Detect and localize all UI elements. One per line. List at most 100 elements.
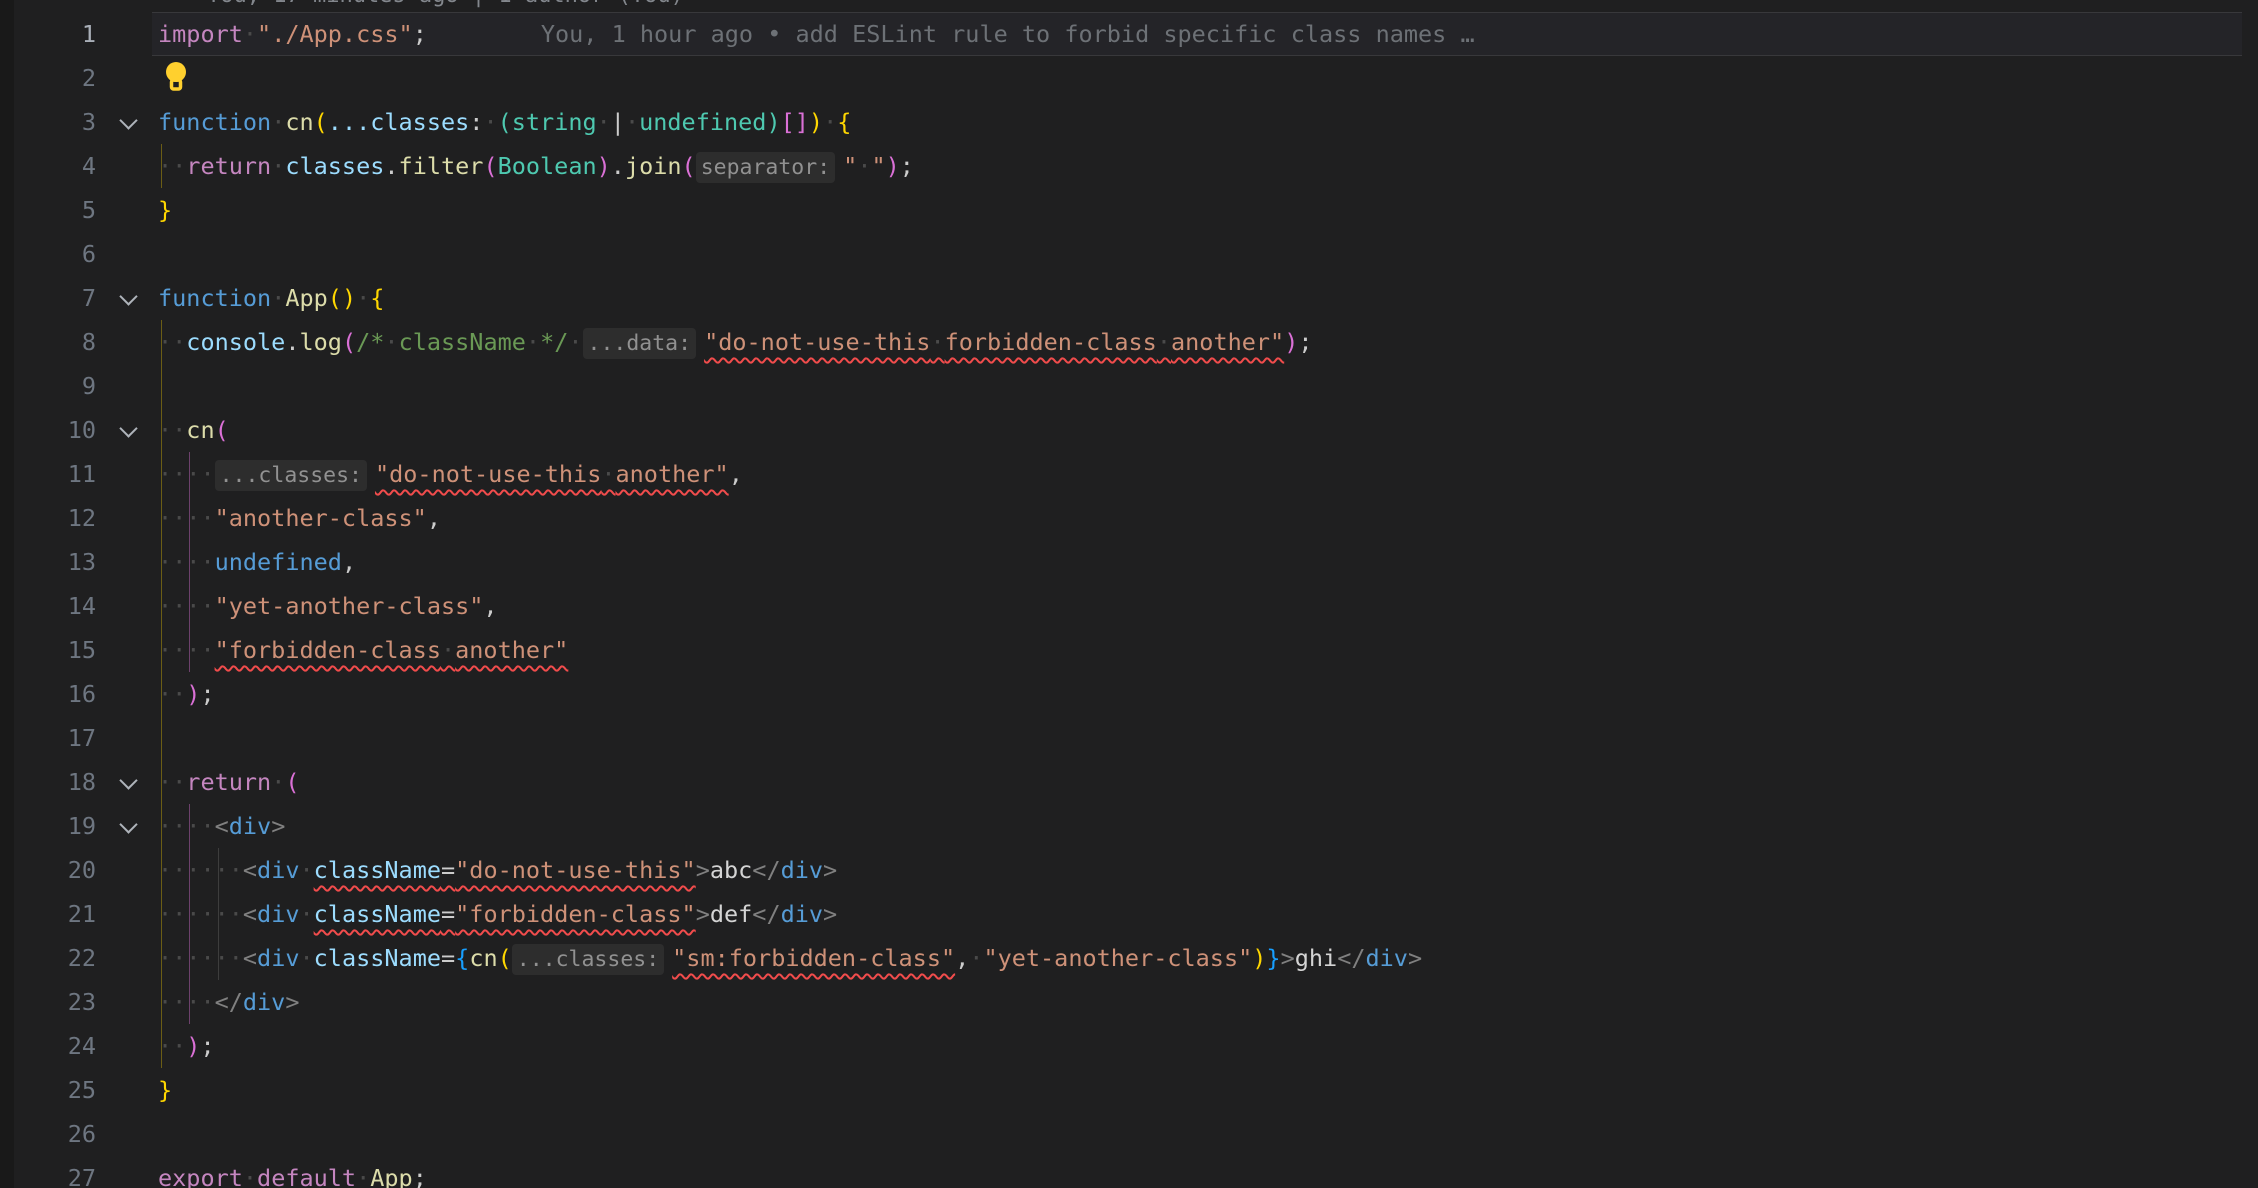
whitespace-dot: · (969, 944, 983, 972)
code-content[interactable]: import·"./App.css";You, 1 hour ago • add… (158, 12, 1475, 56)
code-content[interactable]: ······<div·className="do-not-use-this">a… (158, 848, 837, 892)
code-token: */ (540, 328, 568, 356)
code-line: 25} (0, 1068, 2258, 1112)
code-token: = (441, 944, 455, 972)
line-number[interactable]: 27 (0, 1156, 96, 1188)
code-token: ) (186, 680, 200, 708)
chevron-down-icon[interactable] (119, 771, 137, 789)
whitespace-dot: ···· (158, 812, 215, 840)
code-token: ( (682, 152, 696, 180)
line-number[interactable]: 2 (0, 56, 96, 100)
line-number[interactable]: 10 (0, 408, 96, 452)
line-number[interactable]: 4 (0, 144, 96, 188)
line-number[interactable]: 18 (0, 760, 96, 804)
whitespace-dot: · (526, 328, 540, 356)
line-number[interactable]: 20 (0, 848, 96, 892)
code-token: , (483, 592, 497, 620)
code-token: another" (1171, 328, 1284, 356)
lightbulb-icon[interactable] (165, 62, 191, 94)
code-token: ( (498, 944, 512, 972)
whitespace-dot: · (625, 108, 639, 136)
code-content[interactable]: ··); (158, 672, 215, 716)
line-number[interactable]: 8 (0, 320, 96, 364)
code-line: 12 ····"another-class", (0, 496, 2258, 540)
chevron-down-icon[interactable] (119, 287, 137, 305)
line-number[interactable]: 17 (0, 716, 96, 760)
line-number[interactable]: 21 (0, 892, 96, 936)
code-token: ...classes (328, 108, 469, 136)
code-line: 6 (0, 232, 2258, 276)
code-content[interactable]: function·cn(...classes:·(string·|·undefi… (158, 100, 851, 144)
whitespace-dot: · (271, 152, 285, 180)
code-line: 27 export·default·App; (0, 1156, 2258, 1188)
line-number[interactable]: 19 (0, 804, 96, 848)
line-number[interactable]: 13 (0, 540, 96, 584)
whitespace-dot: · (300, 900, 314, 928)
code-line: 20 ······<div·className="do-not-use-this"… (0, 848, 2258, 892)
code-token: function (158, 284, 271, 312)
code-token: div (229, 812, 271, 840)
code-content[interactable]: } (158, 188, 172, 232)
chevron-down-icon[interactable] (119, 419, 137, 437)
line-number[interactable]: 25 (0, 1068, 96, 1112)
code-content[interactable]: ··); (158, 1024, 215, 1068)
inlay-hint: ...classes: (512, 944, 664, 975)
line-number[interactable]: 7 (0, 276, 96, 320)
code-line: 3function·cn(...classes:·(string·|·undef… (0, 100, 2258, 144)
code-content[interactable]: function·App()·{ (158, 276, 384, 320)
line-number[interactable]: 5 (0, 188, 96, 232)
code-content[interactable]: ····</div> (158, 980, 300, 1024)
code-token: App (370, 1164, 412, 1188)
line-number[interactable]: 24 (0, 1024, 96, 1068)
line-number[interactable]: 3 (0, 100, 96, 144)
line-number[interactable]: 14 (0, 584, 96, 628)
line-number[interactable]: 26 (0, 1112, 96, 1156)
code-content[interactable]: ····"yet-another-class", (158, 584, 498, 628)
code-token: ) (597, 152, 611, 180)
code-content[interactable]: ····...classes:"do-not-use-this·another"… (158, 452, 743, 496)
code-token: div (1365, 944, 1407, 972)
code-token: </ (752, 900, 780, 928)
code-content[interactable]: ······<div·className={cn(...classes:"sm:… (158, 936, 1422, 980)
code-content[interactable]: } (158, 1068, 172, 1112)
code-content[interactable]: ····undefined, (158, 540, 356, 584)
code-token: > (696, 900, 710, 928)
code-content[interactable]: ··return·classes.filter(Boolean).join(se… (158, 144, 914, 188)
code-content[interactable]: ····<div> (158, 804, 285, 848)
code-token: ) (1252, 944, 1266, 972)
line-number[interactable]: 23 (0, 980, 96, 1024)
code-content[interactable]: ····"another-class", (158, 496, 441, 540)
code-content[interactable]: export·default·App; (158, 1156, 427, 1188)
line-number[interactable]: 6 (0, 232, 96, 276)
chevron-down-icon[interactable] (119, 815, 137, 833)
line-number[interactable]: 12 (0, 496, 96, 540)
code-token: ; (900, 152, 914, 180)
code-content[interactable]: ··return·( (158, 760, 300, 804)
code-token: ; (200, 680, 214, 708)
code-content[interactable]: ······<div·className="forbidden-class">d… (158, 892, 837, 936)
code-token: < (243, 900, 257, 928)
code-content[interactable]: ··cn( (158, 408, 229, 452)
code-token: " (871, 152, 885, 180)
code-token: export (158, 1164, 243, 1188)
line-number[interactable]: 15 (0, 628, 96, 672)
line-number[interactable]: 9 (0, 364, 96, 408)
code-token: < (243, 856, 257, 884)
code-token: "yet-another-class" (983, 944, 1252, 972)
code-token: ( (498, 108, 512, 136)
code-content[interactable]: ····"forbidden-class·another" (158, 628, 568, 672)
line-number[interactable]: 1 (0, 12, 96, 56)
code-token: "yet-another-class" (215, 592, 484, 620)
code-token: App (285, 284, 327, 312)
code-content[interactable]: ··console.log(/*·className·*/·...data:"d… (158, 320, 1313, 364)
code-token: div (243, 988, 285, 1016)
code-token: another" (616, 460, 729, 488)
line-number[interactable]: 16 (0, 672, 96, 716)
line-number[interactable]: 22 (0, 936, 96, 980)
whitespace-dot: · (384, 328, 398, 356)
code-token: Boolean (498, 152, 597, 180)
whitespace-dot: · (243, 20, 257, 48)
code-token: "another-class" (215, 504, 427, 532)
chevron-down-icon[interactable] (119, 111, 137, 129)
line-number[interactable]: 11 (0, 452, 96, 496)
